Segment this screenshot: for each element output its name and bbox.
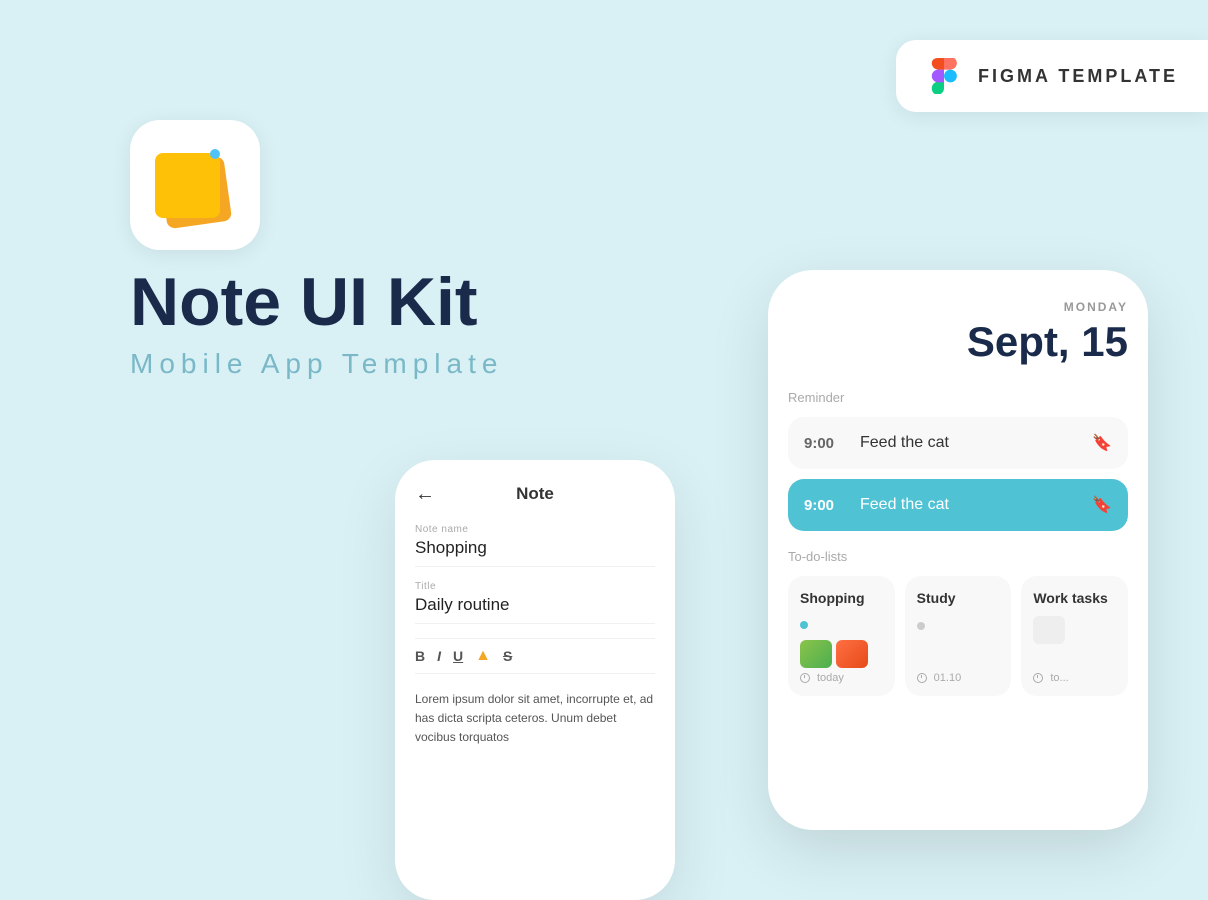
reminder-time-2: 9:00 bbox=[804, 497, 844, 514]
title-label: Title bbox=[415, 581, 655, 592]
todo-date-study: 01.10 bbox=[934, 672, 962, 684]
figma-logo bbox=[926, 58, 962, 94]
todo-card-images bbox=[800, 640, 883, 668]
reminder-text-1: Feed the cat bbox=[860, 434, 1076, 452]
app-icon-container bbox=[130, 120, 260, 250]
bookmark-icon-2: 🔖 bbox=[1092, 495, 1112, 515]
title-value[interactable]: Daily routine bbox=[415, 595, 655, 624]
note-screen-title: Note bbox=[516, 484, 554, 504]
back-button[interactable]: ← bbox=[415, 483, 435, 506]
todo-dot-shopping bbox=[800, 621, 808, 629]
reminder-item-1[interactable]: 9:00 Feed the cat 🔖 bbox=[788, 417, 1128, 469]
reminder-item-2[interactable]: 9:00 Feed the cat 🔖 bbox=[788, 479, 1128, 531]
todo-label: To-do-lists bbox=[788, 549, 1128, 564]
hero-subtitle: Mobile App Template bbox=[130, 348, 503, 380]
note-pin bbox=[210, 149, 220, 159]
hero-title: Note UI Kit bbox=[130, 265, 503, 340]
note-header: ← Note bbox=[415, 484, 655, 504]
phone-mockup-note: ← Note Note name Shopping Title Daily ro… bbox=[395, 460, 675, 900]
hero-section: Note UI Kit Mobile App Template bbox=[130, 265, 503, 380]
note-name-label: Note name bbox=[415, 524, 655, 535]
food-img-1 bbox=[800, 640, 832, 668]
reminder-label: Reminder bbox=[788, 390, 1128, 405]
note-body[interactable]: Lorem ipsum dolor sit amet, incorrupte e… bbox=[415, 690, 655, 748]
clock-icon-study bbox=[917, 673, 927, 683]
phone-day: MONDAY bbox=[788, 300, 1128, 314]
todo-footer-work: to... bbox=[1033, 672, 1068, 684]
formatting-toolbar: B I U ▲ S bbox=[415, 638, 655, 674]
todo-card-title-study: Study bbox=[917, 590, 1000, 606]
reminder-text-2: Feed the cat bbox=[860, 496, 1076, 514]
note-icon-front bbox=[155, 153, 220, 218]
todo-date-work: to... bbox=[1050, 672, 1068, 684]
todo-card-study[interactable]: Study 01.10 bbox=[905, 576, 1012, 696]
bold-button[interactable]: B bbox=[415, 648, 425, 664]
todo-cards: Shopping today Study 01.10 Work tasks bbox=[788, 576, 1128, 696]
italic-button[interactable]: I bbox=[437, 648, 441, 664]
reminder-time-1: 9:00 bbox=[804, 435, 844, 452]
todo-dot-study bbox=[917, 622, 925, 630]
todo-card-work[interactable]: Work tasks to... bbox=[1021, 576, 1128, 696]
figma-badge: FIGMA TEMPLATE bbox=[896, 40, 1208, 112]
phone-mockup-main: MONDAY Sept, 15 Reminder 9:00 Feed the c… bbox=[768, 270, 1148, 830]
todo-footer-shopping: today bbox=[800, 672, 844, 684]
todo-date-shopping: today bbox=[817, 672, 844, 684]
clock-icon-shopping bbox=[800, 673, 810, 683]
strikethrough-button[interactable]: S bbox=[503, 648, 512, 664]
figma-badge-text: FIGMA TEMPLATE bbox=[978, 66, 1178, 87]
todo-card-title-shopping: Shopping bbox=[800, 590, 883, 606]
underline-button[interactable]: U bbox=[453, 648, 463, 664]
app-icon bbox=[155, 145, 235, 225]
bookmark-icon-1: 🔖 bbox=[1092, 433, 1112, 453]
todo-footer-study: 01.10 bbox=[917, 672, 962, 684]
clock-icon-work bbox=[1033, 673, 1043, 683]
phone-date: Sept, 15 bbox=[788, 318, 1128, 366]
todo-card-shopping[interactable]: Shopping today bbox=[788, 576, 895, 696]
food-img-2 bbox=[836, 640, 868, 668]
todo-card-title-work: Work tasks bbox=[1033, 590, 1116, 606]
work-img-placeholder bbox=[1033, 616, 1065, 644]
note-name-value[interactable]: Shopping bbox=[415, 538, 655, 567]
highlight-button[interactable]: ▲ bbox=[475, 647, 491, 665]
